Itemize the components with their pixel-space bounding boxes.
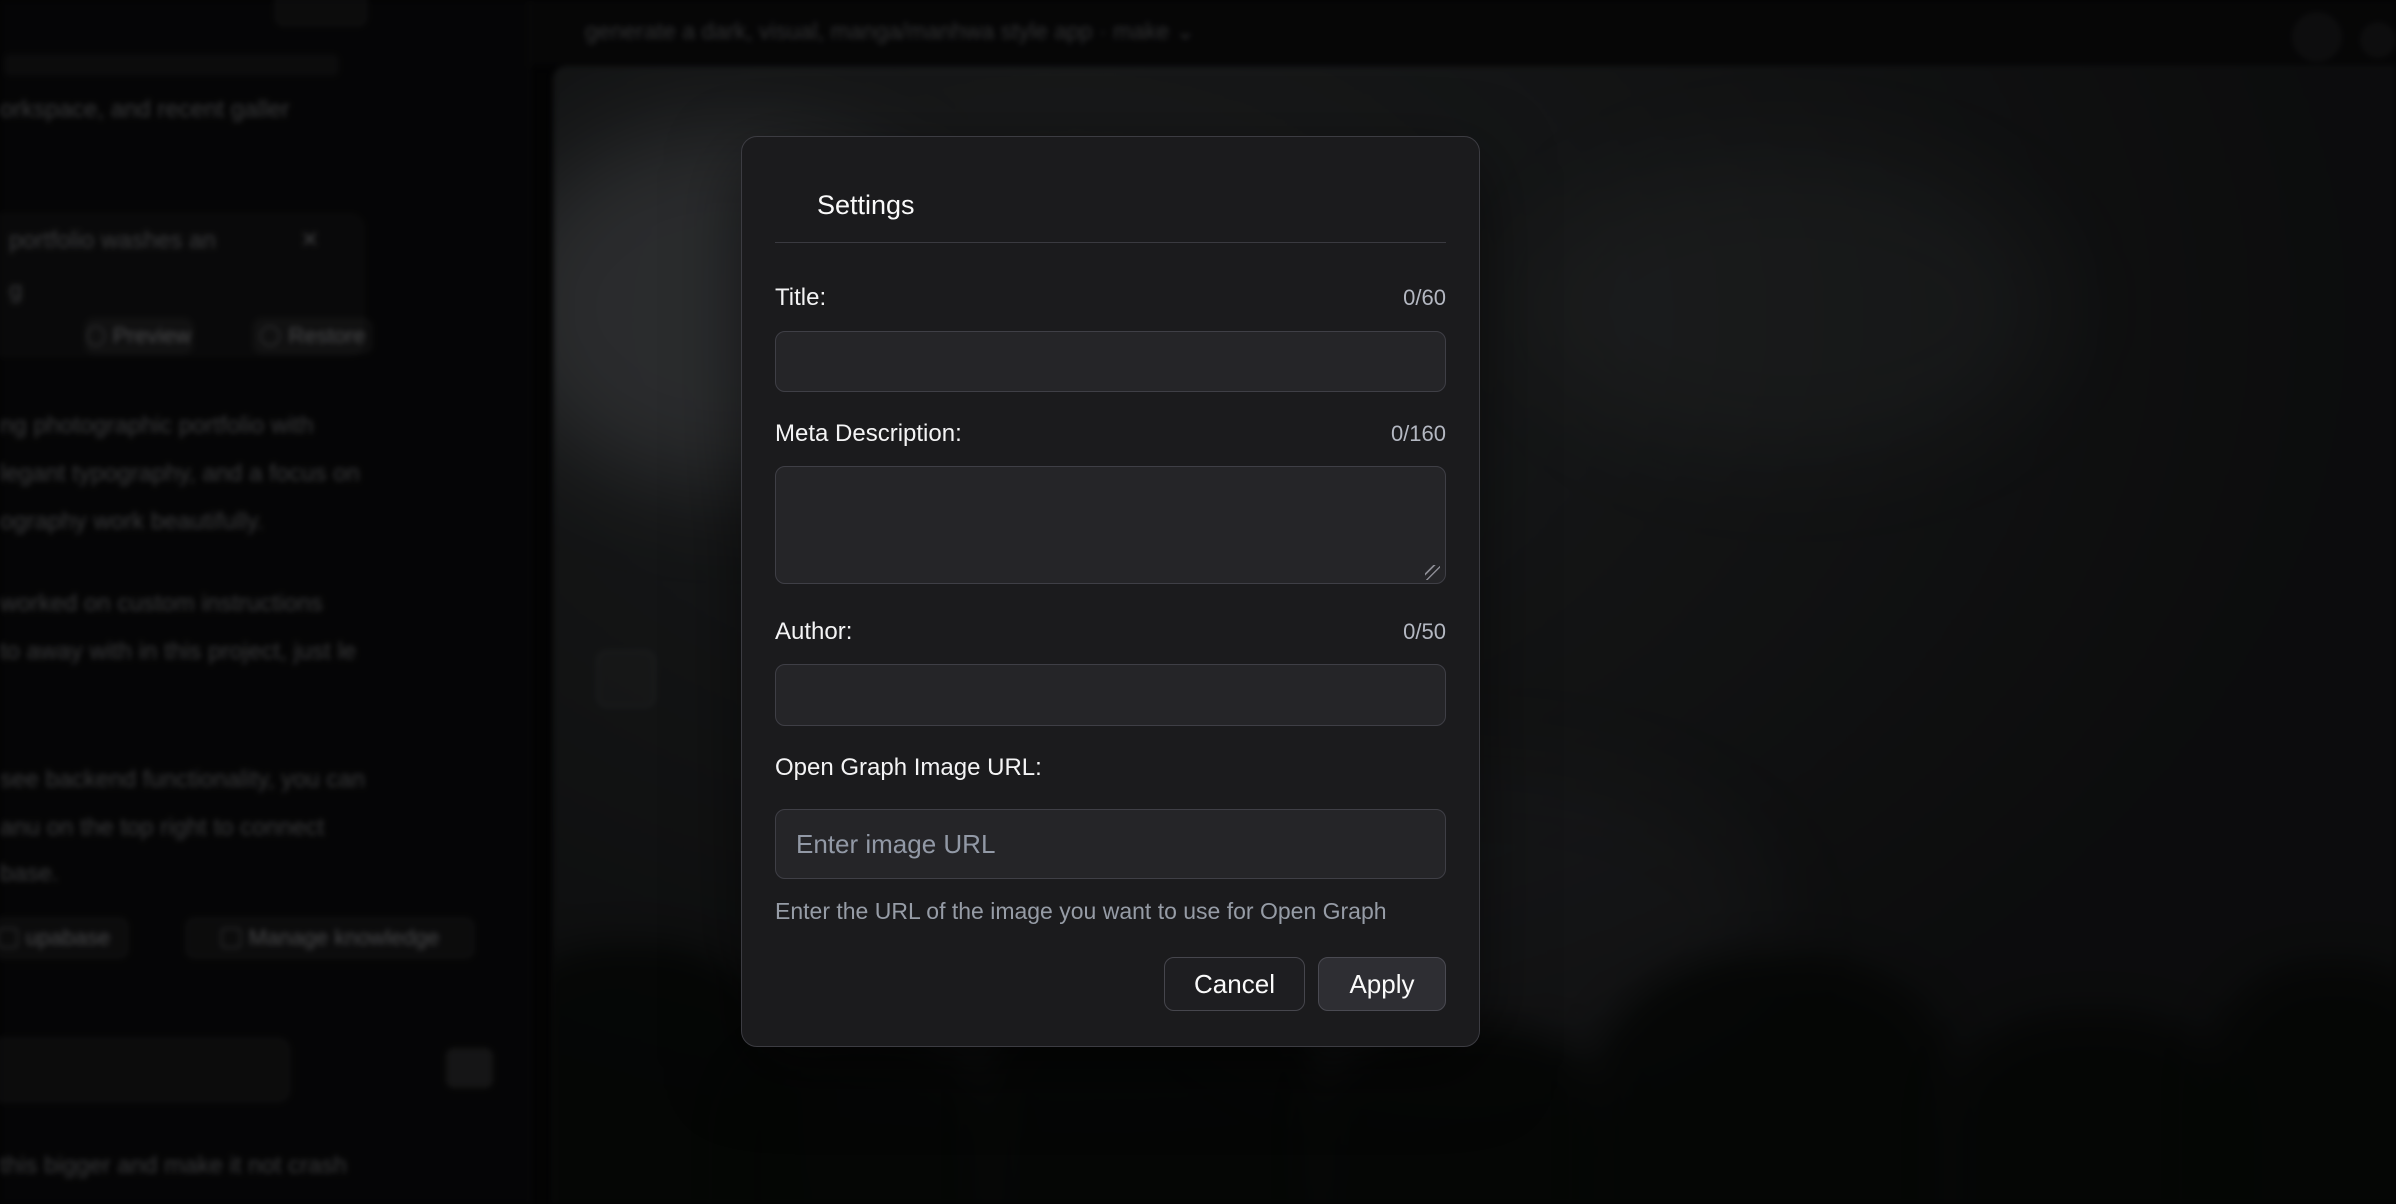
modal-title: Settings: [817, 189, 915, 222]
meta-description-counter: 0/160: [1391, 421, 1446, 447]
divider: [775, 242, 1446, 243]
title-label: Title:: [775, 284, 826, 312]
og-image-url-input[interactable]: [775, 809, 1446, 879]
og-image-url-label: Open Graph Image URL:: [775, 754, 1042, 782]
field-row-author: Author: 0/50: [775, 618, 1446, 646]
meta-description-label: Meta Description:: [775, 420, 962, 448]
apply-button[interactable]: Apply: [1318, 957, 1446, 1011]
author-counter: 0/50: [1403, 619, 1446, 645]
settings-modal: Settings Title: 0/60 Meta Description: 0…: [741, 136, 1480, 1047]
author-label: Author:: [775, 618, 852, 646]
modal-button-row: Cancel Apply: [1164, 957, 1446, 1011]
title-input[interactable]: [775, 331, 1446, 392]
author-input[interactable]: [775, 664, 1446, 726]
og-image-helper-text: Enter the URL of the image you want to u…: [775, 898, 1446, 925]
field-row-title: Title: 0/60: [775, 284, 1446, 312]
meta-description-textarea[interactable]: [775, 466, 1446, 584]
field-row-meta-description: Meta Description: 0/160: [775, 420, 1446, 448]
field-row-og-image: Open Graph Image URL:: [775, 754, 1446, 782]
title-counter: 0/60: [1403, 285, 1446, 311]
cancel-button[interactable]: Cancel: [1164, 957, 1305, 1011]
